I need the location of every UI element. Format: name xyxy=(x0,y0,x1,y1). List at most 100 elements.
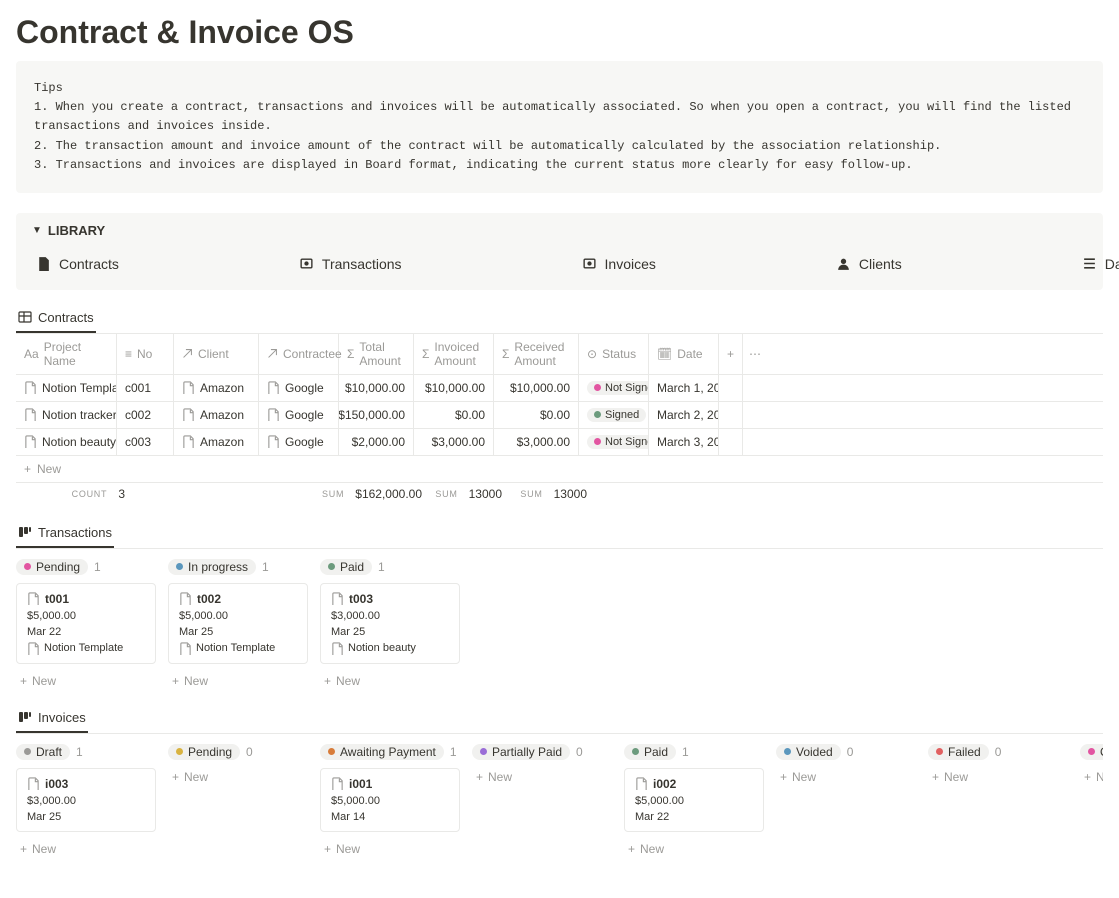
library-item-clients[interactable]: Clients xyxy=(836,256,902,272)
board-column: Partially Paid0 + New xyxy=(472,744,612,858)
column-count: 1 xyxy=(450,745,457,759)
library-label: Contracts xyxy=(59,256,119,272)
col-invoiced[interactable]: ΣInvoiced Amount xyxy=(414,334,494,374)
status-badge: Not Signed xyxy=(587,381,649,395)
tips-line-1: When you create a contract, transactions… xyxy=(34,100,1071,133)
library-item-dashboard[interactable]: DashBoard xyxy=(1082,256,1119,272)
column-header[interactable]: Paid1 xyxy=(624,744,764,760)
transactions-icon xyxy=(299,256,314,271)
column-header[interactable]: In progress1 xyxy=(168,559,308,575)
invoiced-amount: $0.00 xyxy=(414,402,494,428)
total-amount: $2,000.00 xyxy=(339,429,414,455)
library-item-transactions[interactable]: Transactions xyxy=(299,256,402,272)
page-icon xyxy=(179,642,192,655)
table-row[interactable]: Notion Templatec001AmazonGoogle$10,000.0… xyxy=(16,375,1103,402)
column-header[interactable]: Draft1 xyxy=(16,744,156,760)
new-card-button[interactable]: + New xyxy=(776,768,916,786)
table-row[interactable]: Notion beautyc003AmazonGoogle$2,000.00$3… xyxy=(16,429,1103,456)
new-contract-button[interactable]: + New xyxy=(16,456,1103,483)
library-label: Transactions xyxy=(322,256,402,272)
col-client[interactable]: Client xyxy=(174,334,259,374)
column-name: Awaiting Payment xyxy=(340,745,436,759)
received-amount: $10,000.00 xyxy=(494,375,579,401)
new-card-button[interactable]: + New xyxy=(168,768,308,786)
tab-contracts[interactable]: Contracts xyxy=(16,304,96,333)
board-card[interactable]: t001$5,000.00Mar 22Notion Template xyxy=(16,583,156,664)
board-card[interactable]: t002$5,000.00Mar 25Notion Template xyxy=(168,583,308,664)
card-title: i001 xyxy=(349,777,372,791)
col-total[interactable]: ΣTotal Amount xyxy=(339,334,414,374)
received-amount: $0.00 xyxy=(494,402,579,428)
new-card-button[interactable]: + New xyxy=(320,840,460,858)
column-name: Draft xyxy=(36,745,62,759)
column-options-button[interactable]: ⋯ xyxy=(743,334,767,374)
column-header[interactable]: Pending0 xyxy=(168,744,308,760)
client-name[interactable]: Amazon xyxy=(200,381,244,395)
card-date: Mar 25 xyxy=(179,626,297,638)
board-card[interactable]: i002$5,000.00Mar 22 xyxy=(624,768,764,832)
col-no[interactable]: ≡No xyxy=(117,334,174,374)
new-card-button[interactable]: + New xyxy=(472,768,612,786)
card-amount: $5,000.00 xyxy=(331,795,449,807)
col-status[interactable]: ⊙Status xyxy=(579,334,649,374)
col-date[interactable]: 🗓Date xyxy=(649,334,719,374)
tips-line-3: Transactions and invoices are displayed … xyxy=(56,158,913,172)
contract-no: c003 xyxy=(117,429,174,455)
col-received[interactable]: ΣReceived Amount xyxy=(494,334,579,374)
status-badge: Signed xyxy=(587,408,646,422)
column-header[interactable]: Voided0 xyxy=(776,744,916,760)
column-name: Pending xyxy=(188,745,232,759)
column-header[interactable]: Pending1 xyxy=(16,559,156,575)
add-column-button[interactable]: + xyxy=(719,334,743,374)
contractee-name[interactable]: Google xyxy=(285,408,324,422)
page-icon xyxy=(182,381,195,394)
new-card-button[interactable]: + New xyxy=(928,768,1068,786)
column-count: 1 xyxy=(378,560,385,574)
new-card-button[interactable]: + New xyxy=(320,672,460,690)
column-count: 0 xyxy=(576,745,583,759)
new-card-button[interactable]: + New xyxy=(16,840,156,858)
column-header[interactable]: Overdue xyxy=(1080,744,1103,760)
new-card-button[interactable]: + New xyxy=(1080,768,1103,786)
column-header[interactable]: Partially Paid0 xyxy=(472,744,612,760)
tab-invoices[interactable]: Invoices xyxy=(16,704,88,733)
library-toggle[interactable]: ▼ LIBRARY xyxy=(32,223,1087,238)
board-card[interactable]: t003$3,000.00Mar 25Notion beauty xyxy=(320,583,460,664)
column-count: 0 xyxy=(847,745,854,759)
card-amount: $3,000.00 xyxy=(27,795,145,807)
col-contractee[interactable]: Contractee xyxy=(259,334,339,374)
client-name[interactable]: Amazon xyxy=(200,435,244,449)
triangle-down-icon: ▼ xyxy=(32,225,42,236)
invoices-board: Draft1i003$3,000.00Mar 25+ NewPending0+ … xyxy=(16,744,1103,858)
new-card-button[interactable]: + New xyxy=(16,672,156,690)
table-row[interactable]: Notion trackerc002AmazonGoogle$150,000.0… xyxy=(16,402,1103,429)
project-name: Notion tracker xyxy=(42,408,117,422)
card-relation: Notion beauty xyxy=(348,642,416,654)
contractee-name[interactable]: Google xyxy=(285,381,324,395)
card-amount: $3,000.00 xyxy=(331,610,449,622)
tab-label: Invoices xyxy=(38,710,86,725)
column-name: Paid xyxy=(644,745,668,759)
board-card[interactable]: i003$3,000.00Mar 25 xyxy=(16,768,156,832)
new-card-button[interactable]: + New xyxy=(624,840,764,858)
column-header[interactable]: Failed0 xyxy=(928,744,1068,760)
col-project-name[interactable]: AaProject Name xyxy=(16,334,117,374)
client-name[interactable]: Amazon xyxy=(200,408,244,422)
contractee-name[interactable]: Google xyxy=(285,435,324,449)
library-item-invoices[interactable]: Invoices xyxy=(582,256,656,272)
tab-transactions[interactable]: Transactions xyxy=(16,519,114,548)
library-label: DashBoard xyxy=(1105,256,1119,272)
status-badge: Not Signed xyxy=(587,435,649,449)
column-header[interactable]: Awaiting Payment 1 xyxy=(320,744,460,760)
board-column: Paid1t003$3,000.00Mar 25Notion beauty+ N… xyxy=(320,559,460,690)
card-amount: $5,000.00 xyxy=(27,610,145,622)
received-amount: $3,000.00 xyxy=(494,429,579,455)
card-title: i003 xyxy=(45,777,68,791)
board-card[interactable]: i001$5,000.00Mar 14 xyxy=(320,768,460,832)
card-title: t003 xyxy=(349,592,373,606)
column-header[interactable]: Paid1 xyxy=(320,559,460,575)
library-item-contracts[interactable]: Contracts xyxy=(36,256,119,272)
board-column: Draft1i003$3,000.00Mar 25+ New xyxy=(16,744,156,858)
contracts-table: AaProject Name ≡No Client Contractee ΣTo… xyxy=(16,334,1103,505)
new-card-button[interactable]: + New xyxy=(168,672,308,690)
